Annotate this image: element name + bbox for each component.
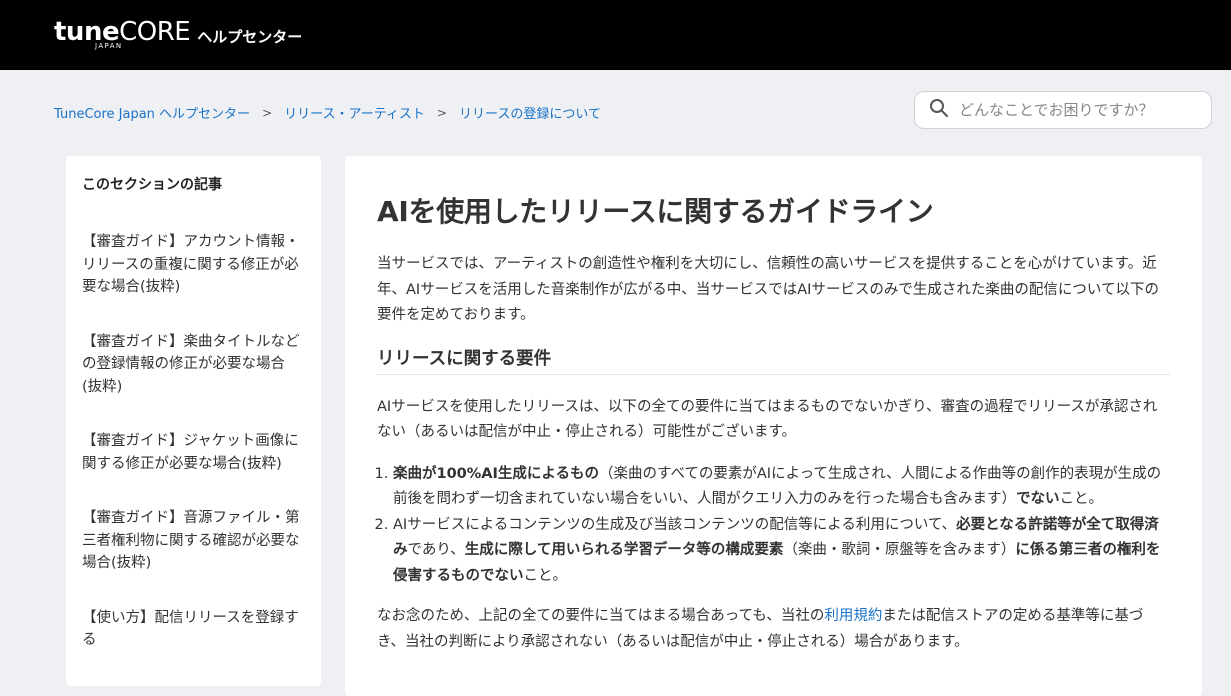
breadcrumb-release-artist[interactable]: リリース・アーティスト xyxy=(284,103,425,122)
breadcrumb-separator: > xyxy=(436,105,447,120)
requirement-item: AIサービスによるコンテンツの生成及び当該コンテンツの配信等による利用について、… xyxy=(393,513,1170,590)
sidebar-item-register-release[interactable]: 【使い方】配信リリースを登録する xyxy=(82,607,305,652)
article-title: AIを使用したリリースに関するガイドライン xyxy=(377,195,934,228)
site-header: tuneCORE JAPAN ヘルプセンター xyxy=(0,0,1231,70)
breadcrumb-separator: > xyxy=(262,105,273,120)
breadcrumb-release-registration[interactable]: リリースの登録について xyxy=(459,103,601,122)
sidebar-title: このセクションの記事 xyxy=(82,177,222,193)
requirements-list: 楽曲が100%AI生成によるもの（楽曲のすべての要素がAIによって生成され、人間… xyxy=(377,462,1170,590)
article-body: AIを使用したリリースに関するガイドライン 当サービスでは、アーティストの創造性… xyxy=(345,156,1202,696)
requirement-item: 楽曲が100%AI生成によるもの（楽曲のすべての要素がAIによって生成され、人間… xyxy=(393,462,1170,513)
search-icon xyxy=(929,98,949,122)
tunecore-logo[interactable]: tuneCORE JAPAN ヘルプセンター xyxy=(54,18,303,50)
sidebar-item-audio-file[interactable]: 【審査ガイド】音源ファイル・第三者権利物に関する確認が必要な場合(抜粋) xyxy=(82,507,305,575)
sidebar-item-track-title[interactable]: 【審査ガイド】楽曲タイトルなどの登録情報の修正が必要な場合(抜粋) xyxy=(82,331,305,399)
search-box[interactable] xyxy=(914,91,1212,129)
section-heading: リリースに関する要件 xyxy=(377,345,1170,375)
article-intro: 当サービスでは、アーティストの創造性や権利を大切にし、信頼性の高いサービスを提供… xyxy=(377,256,1159,323)
search-input[interactable] xyxy=(957,100,1201,120)
help-center-label: ヘルプセンター xyxy=(197,28,303,46)
section-articles-sidebar: このセクションの記事 【審査ガイド】アカウント情報・リリースの重複に関する修正が… xyxy=(66,156,321,686)
sidebar-item-account-duplicate[interactable]: 【審査ガイド】アカウント情報・リリースの重複に関する修正が必要な場合(抜粋) xyxy=(82,231,305,299)
sidebar-item-jacket-image[interactable]: 【審査ガイド】ジャケット画像に関する修正が必要な場合(抜粋) xyxy=(82,430,305,475)
logo-japan: JAPAN xyxy=(95,42,123,50)
terms-of-use-link[interactable]: 利用規約 xyxy=(824,608,882,624)
breadcrumb: TuneCore Japan ヘルプセンター > リリース・アーティスト > リ… xyxy=(54,103,601,123)
article-note: なお念のため、上記の全ての要件に当てはまる場合あっても、当社の利用規約または配信… xyxy=(377,608,1144,650)
breadcrumb-home[interactable]: TuneCore Japan ヘルプセンター xyxy=(54,103,250,122)
section-intro: AIサービスを使用したリリースは、以下の全ての要件に当てはまるものでないかぎり、… xyxy=(377,398,1158,441)
